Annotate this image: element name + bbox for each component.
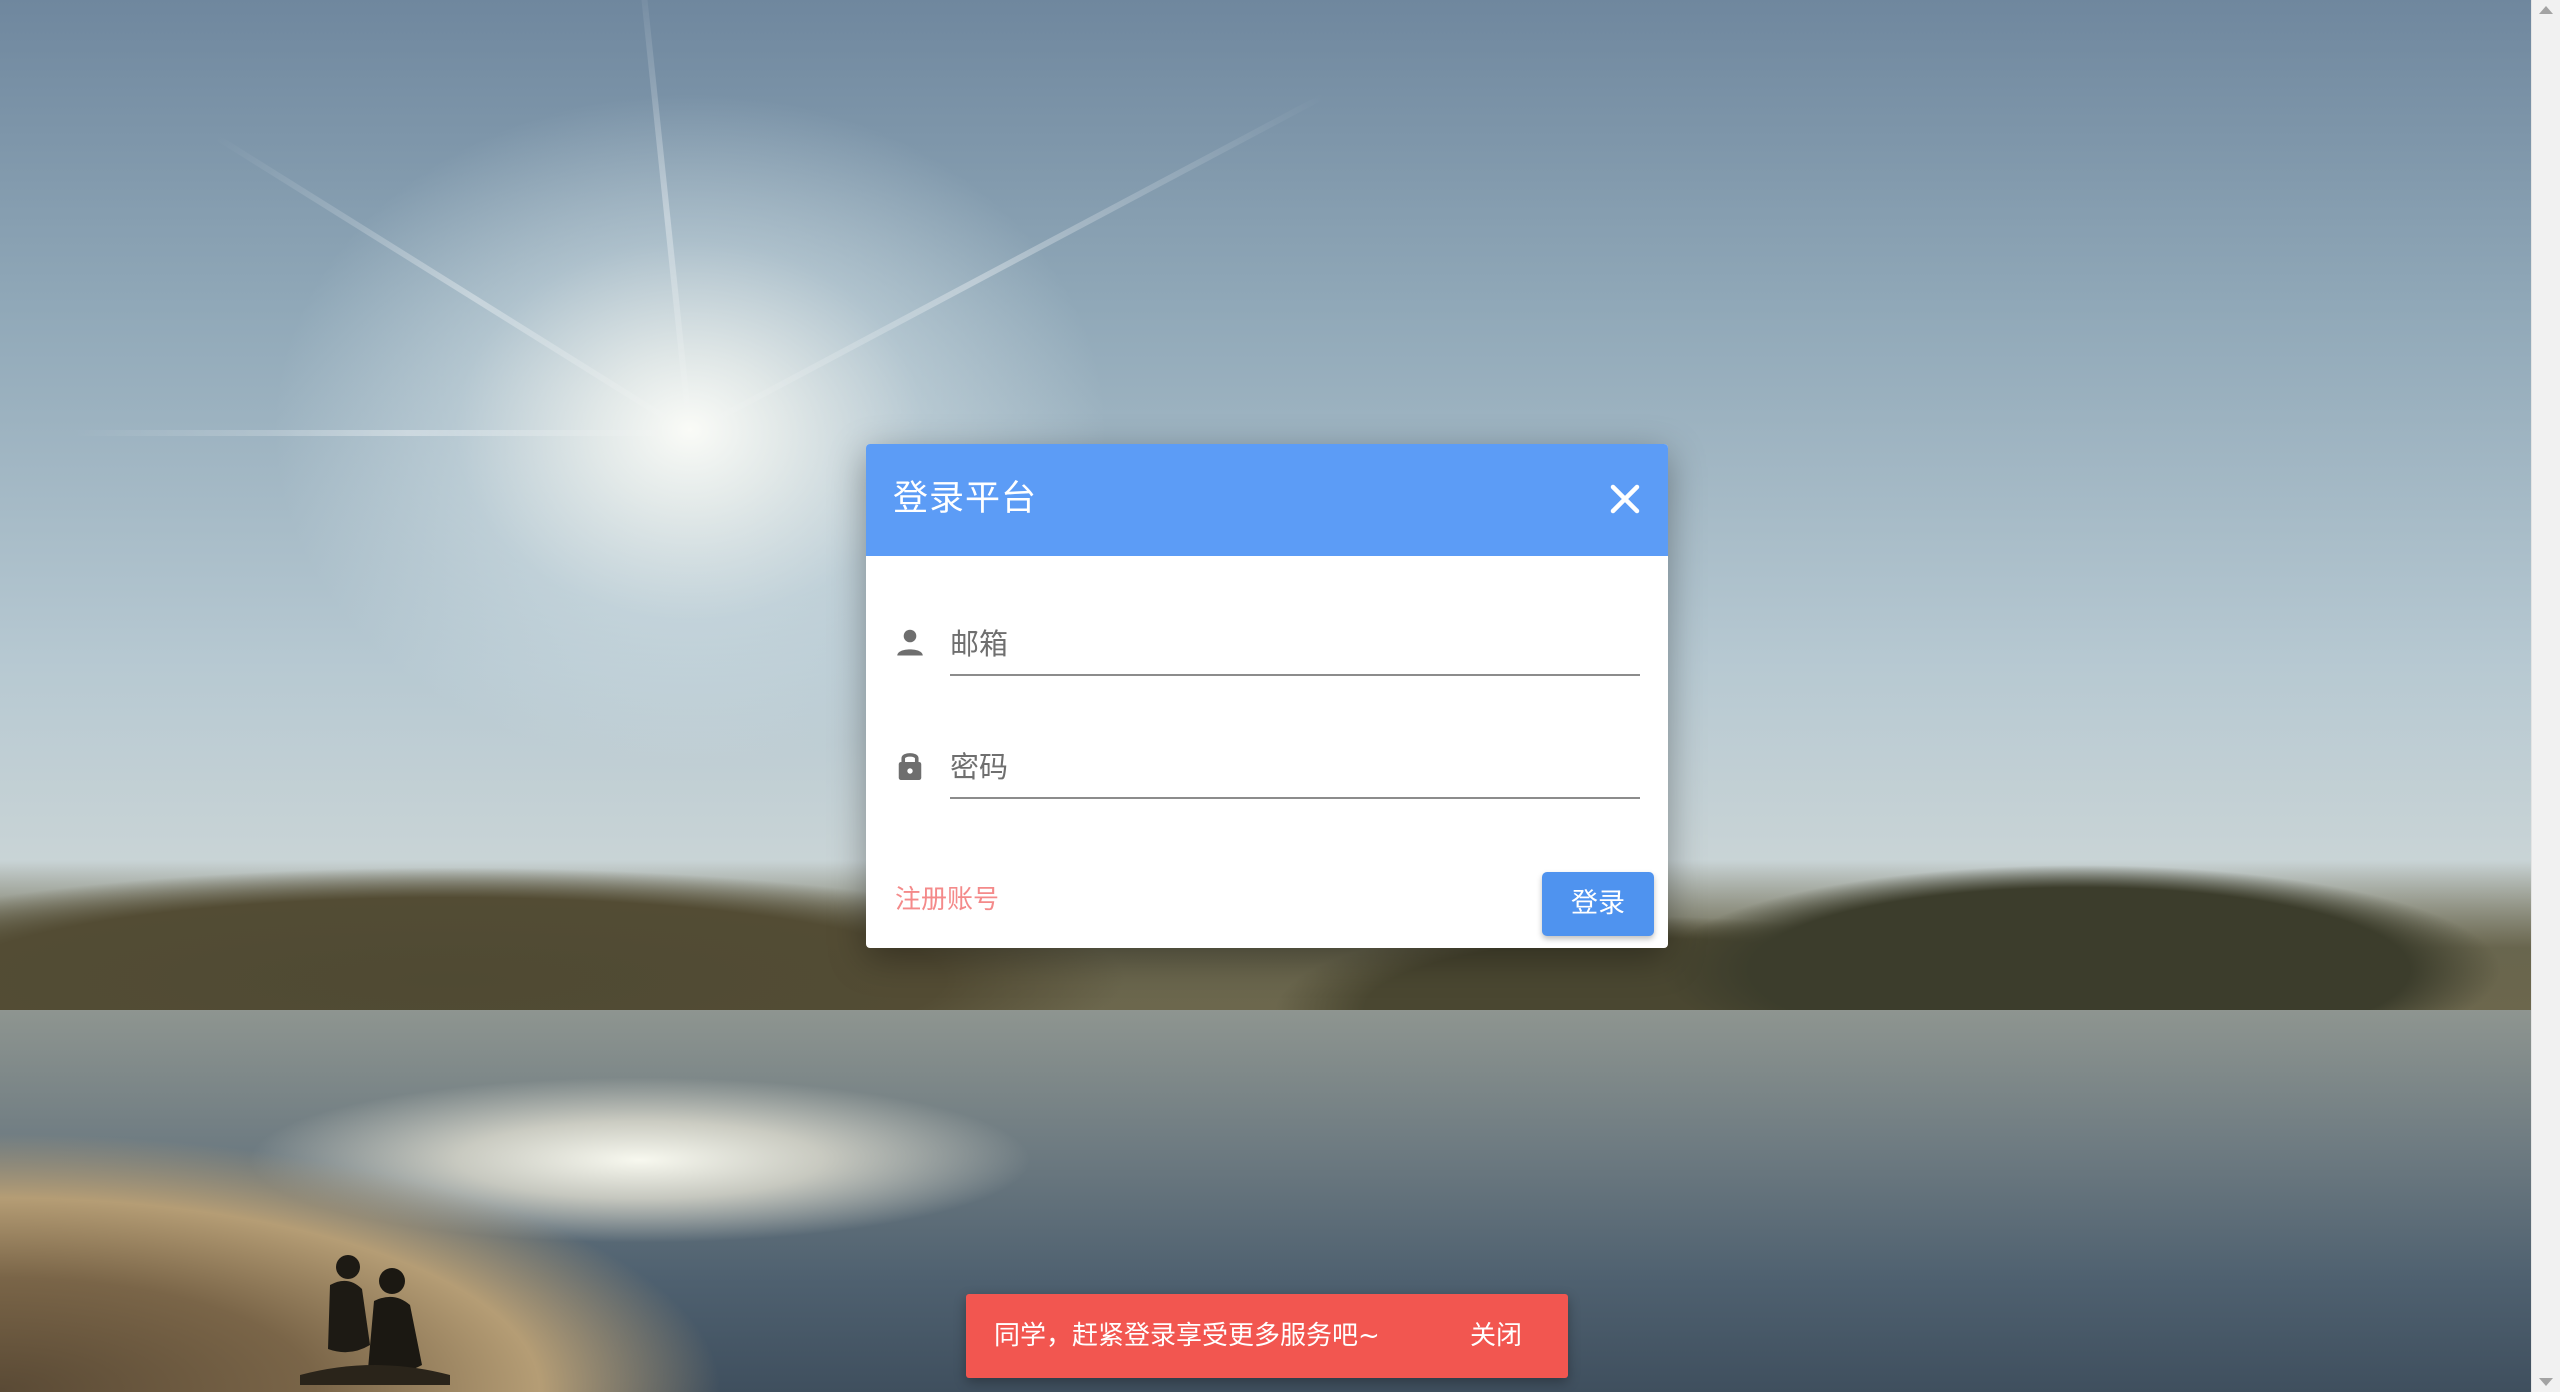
login-dialog: 登录平台 注册账号 登录	[866, 444, 1668, 948]
email-input[interactable]	[950, 618, 1640, 676]
scroll-up-arrow-icon[interactable]	[2539, 6, 2553, 14]
close-button[interactable]	[1600, 474, 1650, 524]
dialog-title: 登录平台	[893, 479, 1038, 519]
sun-ray	[70, 430, 690, 436]
vertical-scrollbar[interactable]	[2531, 0, 2560, 1392]
snackbar-close-button[interactable]: 关闭	[1470, 1318, 1522, 1354]
scroll-down-arrow-icon[interactable]	[2539, 1378, 2553, 1386]
dialog-header: 登录平台	[866, 444, 1668, 556]
page: 登录平台 注册账号 登录 同学，赶紧登录	[0, 0, 2560, 1392]
lock-icon	[898, 753, 922, 780]
password-field-row	[892, 733, 1642, 803]
snackbar-message: 同学，赶紧登录享受更多服务吧~	[994, 1321, 1380, 1351]
person-icon	[897, 629, 923, 656]
login-button[interactable]: 登录	[1542, 872, 1654, 936]
background-people-silhouette	[300, 1255, 450, 1385]
password-input[interactable]	[950, 741, 1640, 799]
email-field-row	[892, 610, 1642, 680]
register-link[interactable]: 注册账号	[895, 882, 999, 918]
snackbar: 同学，赶紧登录享受更多服务吧~ 关闭	[966, 1294, 1568, 1378]
close-icon	[1610, 484, 1640, 514]
